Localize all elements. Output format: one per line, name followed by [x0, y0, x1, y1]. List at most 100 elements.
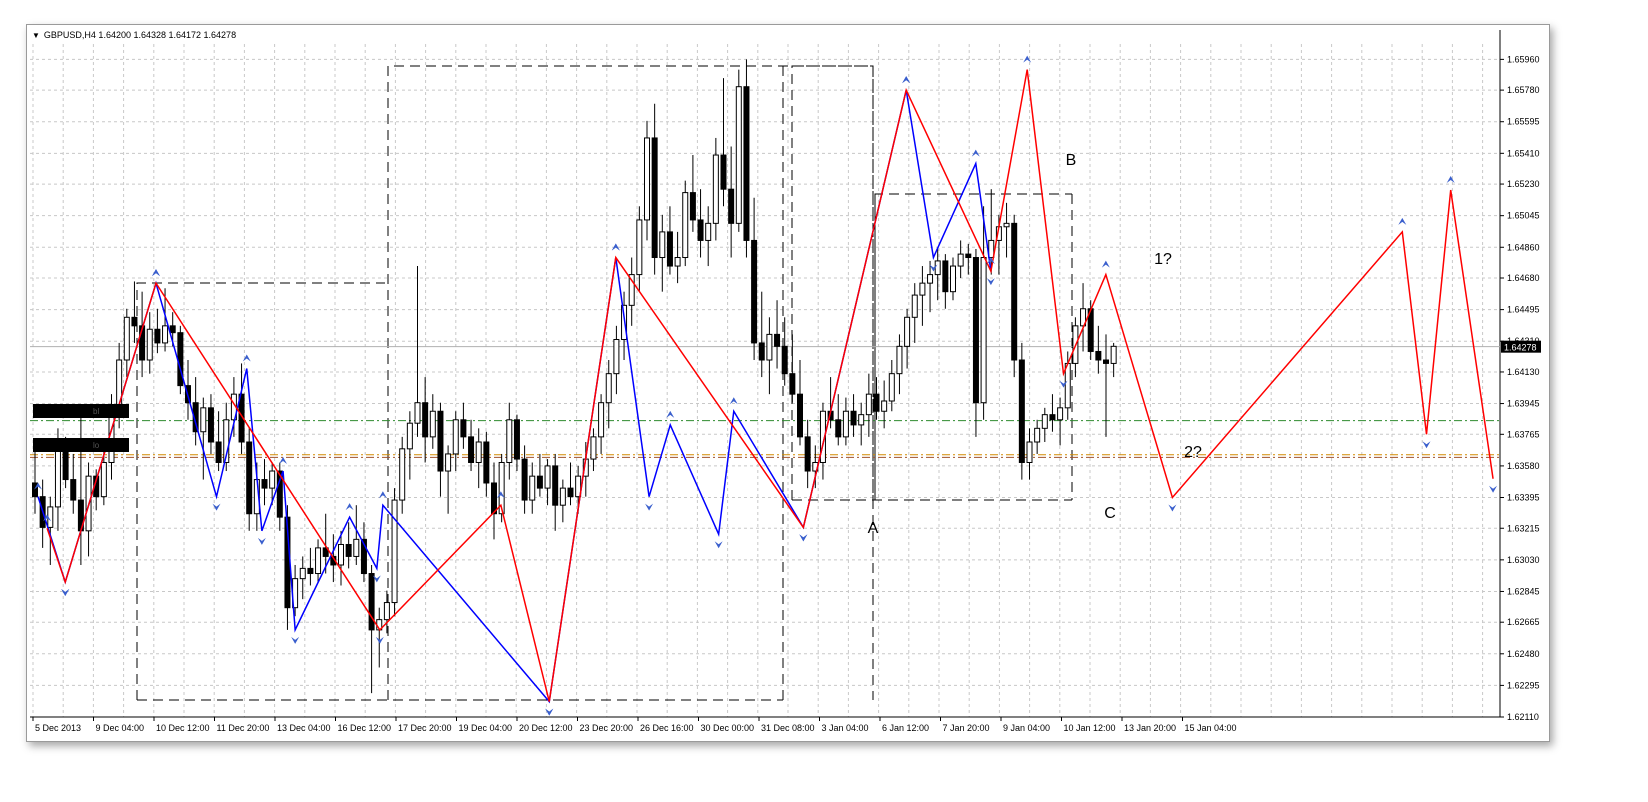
y-tick-label: 1.65780 [1507, 85, 1540, 95]
fractal-down-arrow-icon [375, 636, 384, 644]
x-tick-label: 26 Dec 16:00 [640, 723, 694, 733]
candle-body [666, 231, 673, 267]
x-tick-label: 9 Dec 04:00 [96, 723, 145, 733]
candle-body [521, 458, 528, 501]
candle-body [162, 325, 169, 344]
fractal-down-arrow-icon [799, 534, 808, 542]
candle-body [842, 410, 849, 438]
x-tick-label: 3 Jan 04:00 [822, 723, 869, 733]
x-axis: 5 Dec 2013 9 Dec 04:00 10 Dec 12:00 11 Dec … [32, 717, 1237, 733]
side-bar [33, 404, 129, 418]
candle-body [1041, 414, 1048, 429]
y-tick-label: 1.63580 [1507, 461, 1540, 471]
fractal-up-arrow-icon [345, 503, 354, 511]
candle-body [972, 257, 979, 404]
candle-body [697, 219, 704, 241]
fractal-up-arrow-icon [152, 269, 160, 277]
candle-body [368, 573, 375, 631]
candle-body [590, 436, 597, 460]
candle-body [154, 328, 161, 344]
candle-body [957, 253, 964, 267]
x-tick-label: 10 Dec 12:00 [156, 723, 210, 733]
candle-body [735, 86, 742, 224]
fractal-up-arrow-icon [378, 491, 387, 499]
dropdown-icon[interactable]: ▼ [32, 31, 40, 40]
y-tick-label: 1.62110 [1507, 712, 1539, 722]
candle-body [927, 274, 934, 284]
x-tick-label: 6 Jan 12:00 [882, 723, 929, 733]
y-tick-label: 1.64130 [1507, 367, 1540, 377]
candle-body [689, 192, 696, 221]
candle-body [758, 342, 765, 361]
candle-body [705, 222, 712, 241]
candle-body [636, 219, 643, 276]
y-tick-label: 1.65595 [1507, 117, 1540, 127]
candle-body [1026, 441, 1033, 463]
y-tick-label: 1.64495 [1507, 305, 1540, 315]
side-bar-label: bl [93, 407, 99, 416]
fractal-down-arrow-icon [714, 541, 723, 549]
candle-body [207, 407, 214, 443]
x-tick-label: 7 Jan 20:00 [943, 723, 990, 733]
candle-body [965, 253, 972, 259]
candle-body [934, 260, 941, 276]
x-tick-label: 16 Dec 12:00 [338, 723, 392, 733]
chart-canvas[interactable]: 1.65960 1.65780 1.65595 1.65410 1.65230 1.650… [0, 0, 1648, 802]
candle-body [804, 436, 811, 472]
pattern-label: 1? [1154, 251, 1172, 268]
candle-body [529, 475, 536, 501]
x-tick-label: 5 Dec 2013 [35, 723, 81, 733]
candle-body [406, 422, 413, 450]
candle-body [475, 441, 482, 463]
candle-body [911, 294, 918, 318]
y-tick-label: 1.64860 [1507, 242, 1540, 252]
candle-body [131, 316, 138, 327]
y-tick-label: 1.63030 [1507, 555, 1540, 565]
candle-body [881, 400, 888, 412]
candle-body [904, 316, 911, 347]
y-tick-label: 1.62845 [1507, 586, 1540, 596]
candle-body [988, 239, 995, 259]
candles [32, 59, 1117, 694]
candle-body [307, 567, 314, 575]
candle-body [100, 461, 107, 498]
candle-body [850, 410, 857, 426]
candle-body [269, 470, 276, 489]
candle-body [169, 325, 176, 334]
candle-body [429, 410, 436, 438]
candle-body [299, 567, 306, 580]
candle-body [865, 393, 872, 416]
candle-body [468, 436, 475, 463]
candle-body [644, 137, 650, 221]
candle-body [200, 407, 207, 433]
side-bar [33, 438, 129, 452]
x-tick-label: 20 Dec 12:00 [519, 723, 573, 733]
y-tick-label: 1.65045 [1507, 211, 1540, 221]
y-tick-label: 1.62665 [1507, 617, 1540, 627]
candle-body [399, 448, 406, 501]
candle-body [1049, 414, 1056, 421]
candle-body [720, 154, 727, 190]
candle-body [146, 328, 153, 361]
x-tick-label: 15 Jan 04:00 [1185, 723, 1237, 733]
y-tick-label: 1.62295 [1507, 680, 1540, 690]
candle-body [353, 538, 360, 557]
candle-body [315, 547, 322, 575]
candle-body [651, 137, 658, 259]
fractal-down-arrow-icon [986, 278, 995, 286]
candle-body [873, 393, 880, 412]
fractal-down-arrow-icon [257, 537, 266, 545]
x-tick-label: 9 Jan 04:00 [1003, 723, 1050, 733]
candle-body [659, 231, 666, 259]
fractal-up-arrow-icon [1398, 217, 1407, 225]
x-tick-label: 31 Dec 08:00 [761, 723, 815, 733]
fractal-down-arrow-icon [645, 503, 654, 511]
fractal-markers [34, 55, 1498, 716]
candle-body [445, 453, 452, 472]
candle-body [391, 499, 398, 604]
x-tick-label: 13 Jan 20:00 [1124, 723, 1176, 733]
candle-body [345, 543, 352, 557]
side-bar-label: lo [93, 441, 100, 450]
fractal-down-arrow-icon [1489, 485, 1498, 493]
candle-body [789, 373, 796, 395]
